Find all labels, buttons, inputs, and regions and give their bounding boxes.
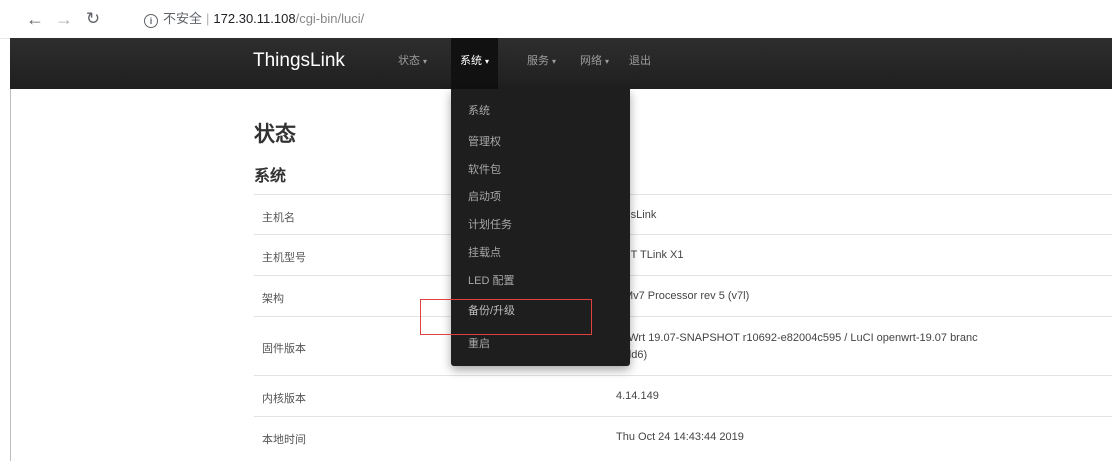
- row-label: 主机名: [262, 212, 295, 224]
- browser-toolbar: ← → ↻ i 不安全 | 172.30.11.108/cgi-bin/luci/: [0, 0, 1112, 39]
- table-row: 固件版本 enWrt 19.07-SNAPSHOT r10692-e82004c…: [254, 316, 1112, 376]
- annotation-highlight-box: [420, 299, 592, 335]
- caret-down-icon: ▾: [605, 57, 610, 66]
- forward-arrow-icon[interactable]: →: [53, 8, 75, 30]
- dropdown-item-reboot[interactable]: 重启: [468, 335, 490, 351]
- row-value: 4.14.149: [616, 390, 659, 402]
- table-row: 主机型号 oolT TLink X1: [254, 234, 1112, 276]
- insecure-label: 不安全: [163, 11, 203, 26]
- section-title: 系统: [254, 168, 287, 185]
- menu-logout-label: 退出: [629, 55, 651, 67]
- menu-network[interactable]: 网络 ▾: [580, 38, 609, 89]
- row-value: RMv7 Processor rev 5 (v7l): [616, 290, 750, 302]
- dropdown-item-system[interactable]: 系统: [468, 102, 490, 118]
- row-value: Thu Oct 24 14:43:44 2019: [616, 431, 744, 443]
- info-icon[interactable]: i: [144, 14, 158, 28]
- dropdown-item-admin[interactable]: 管理权: [468, 133, 501, 149]
- dropdown-item-software[interactable]: 软件包: [468, 161, 501, 177]
- menu-services[interactable]: 服务 ▾: [527, 38, 556, 89]
- dropdown-item-mount-points[interactable]: 挂载点: [468, 244, 501, 260]
- row-label: 内核版本: [262, 393, 306, 405]
- table-row: 本地时间 Thu Oct 24 14:43:44 2019: [254, 416, 1112, 462]
- dropdown-item-scheduled-tasks[interactable]: 计划任务: [468, 216, 512, 232]
- row-label: 固件版本: [262, 343, 306, 355]
- row-value: enWrt 19.07-SNAPSHOT r10692-e82004c595 /…: [616, 332, 978, 344]
- row-label: 本地时间: [262, 434, 306, 446]
- brand-logo[interactable]: ThingsLink: [253, 38, 345, 89]
- url-host: 172.30.11.108: [213, 11, 296, 26]
- menu-network-label: 网络: [580, 55, 602, 67]
- caret-down-icon: ▾: [552, 57, 557, 66]
- table-row: 主机名 ingsLink: [254, 194, 1112, 235]
- back-arrow-icon[interactable]: ←: [24, 8, 46, 30]
- page-title: 状态: [254, 123, 296, 146]
- dropdown-item-led-config[interactable]: LED 配置: [468, 272, 514, 288]
- menu-system-label: 系统: [460, 55, 482, 67]
- table-row: 内核版本 4.14.149: [254, 375, 1112, 417]
- row-label: 主机型号: [262, 252, 306, 264]
- row-label: 架构: [262, 293, 284, 305]
- caret-down-icon: ▾: [485, 57, 490, 66]
- menu-logout[interactable]: 退出: [629, 38, 651, 89]
- menu-status[interactable]: 状态 ▾: [398, 38, 427, 89]
- page-left-border: [10, 38, 11, 461]
- menu-status-label: 状态: [398, 55, 420, 67]
- dropdown-item-startup[interactable]: 启动项: [468, 188, 501, 204]
- url-path: /cgi-bin/luci/: [295, 11, 365, 26]
- menu-system[interactable]: 系统 ▾: [451, 38, 499, 89]
- reload-icon[interactable]: ↻: [82, 8, 104, 30]
- menu-services-label: 服务: [527, 55, 549, 67]
- table-row: 架构 RMv7 Processor rev 5 (v7l): [254, 275, 1112, 317]
- top-navbar: ThingsLink 状态 ▾ 系统 ▾ 服务 ▾ 网络 ▾ 退出: [10, 38, 1112, 89]
- address-separator: |: [206, 11, 210, 26]
- caret-down-icon: ▾: [423, 57, 428, 66]
- address-bar[interactable]: i 不安全 | 172.30.11.108/cgi-bin/luci/: [144, 6, 1104, 32]
